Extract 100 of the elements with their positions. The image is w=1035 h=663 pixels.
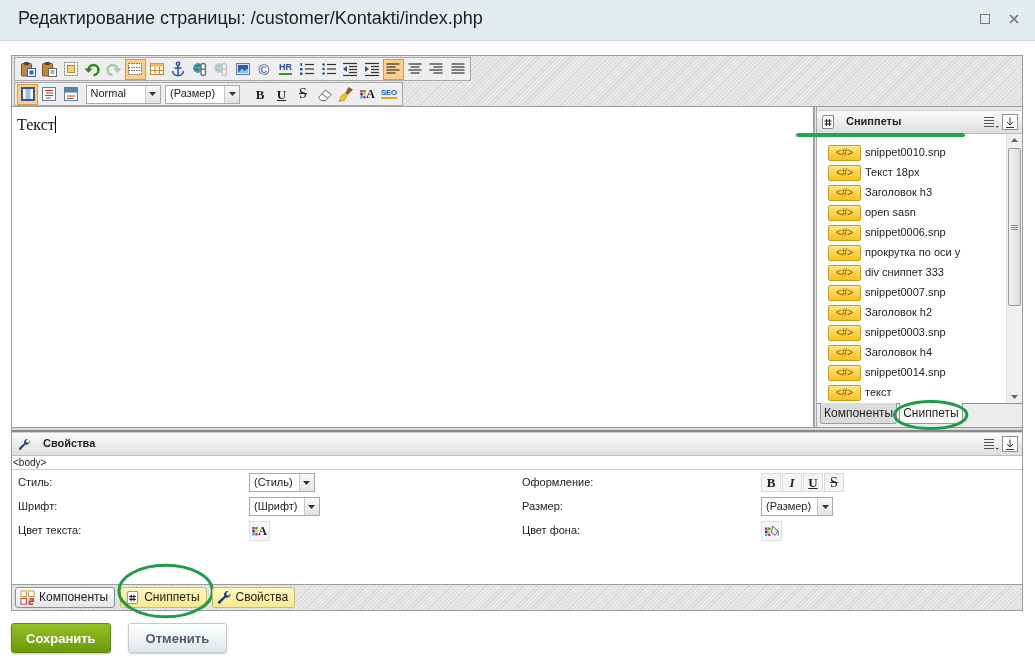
snippet-icon bbox=[125, 590, 141, 605]
field-label: Стиль: bbox=[18, 475, 54, 490]
image-icon bbox=[234, 61, 251, 77]
snippet-name[interactable]: snippet0007.snp bbox=[865, 286, 946, 300]
panel-title: Сниппеты bbox=[846, 115, 903, 129]
field-label: Размер: bbox=[522, 499, 564, 514]
wrench-icon bbox=[216, 590, 232, 605]
snippet-tag[interactable]: <#> bbox=[828, 265, 861, 281]
horizontal-rule-button[interactable]: HR bbox=[275, 58, 296, 80]
italic-button[interactable]: I bbox=[782, 473, 802, 492]
panel-title: Свойства bbox=[43, 437, 97, 451]
special-character-button[interactable]: © bbox=[253, 58, 275, 80]
dropdown[interactable]: (Шрифт) bbox=[249, 497, 320, 516]
bold-button[interactable]: B bbox=[761, 473, 781, 492]
snippet-name[interactable]: Заголовок h2 bbox=[865, 306, 932, 320]
menu-icon[interactable] bbox=[984, 116, 999, 128]
snippet-tag[interactable]: <#> bbox=[828, 205, 861, 221]
justify-icon bbox=[449, 61, 466, 77]
scrollbar-thumb[interactable] bbox=[1008, 148, 1021, 306]
align-center-icon bbox=[406, 61, 423, 77]
snippet-tag[interactable]: <#> bbox=[828, 325, 861, 341]
dock-button[interactable] bbox=[1002, 114, 1018, 130]
scroll-up-icon[interactable] bbox=[1011, 138, 1018, 142]
background-color-button[interactable] bbox=[761, 521, 782, 541]
snippet-name[interactable]: текст bbox=[865, 386, 892, 400]
text-lines-icon bbox=[41, 86, 57, 102]
panel-tab[interactable]: Компоненты bbox=[820, 403, 898, 424]
field-label: Цвет текста: bbox=[18, 523, 83, 538]
snippet-tag[interactable]: <#> bbox=[828, 305, 861, 321]
visual-mode-button[interactable] bbox=[17, 83, 38, 105]
palette-icon bbox=[360, 89, 367, 99]
scrollbar[interactable] bbox=[1006, 134, 1022, 403]
snippet-name[interactable]: snippet0010.snp bbox=[865, 146, 946, 160]
panel-toggle-tab[interactable]: Компоненты bbox=[15, 587, 116, 608]
arrow-down-icon bbox=[1005, 116, 1015, 128]
indent-icon bbox=[363, 61, 380, 77]
redo-icon bbox=[105, 61, 122, 77]
field-label: Оформление: bbox=[522, 475, 595, 490]
snippet-name[interactable]: open sasn bbox=[865, 206, 916, 220]
dropdown[interactable]: (Размер) bbox=[165, 84, 240, 104]
editor-text: Текст bbox=[17, 116, 55, 133]
snippet-icon bbox=[820, 114, 836, 130]
scroll-down-icon[interactable] bbox=[1011, 395, 1018, 399]
align-left-button[interactable] bbox=[382, 58, 404, 80]
palette-icon bbox=[252, 526, 259, 536]
maximize-icon[interactable] bbox=[980, 14, 990, 24]
snippet-name[interactable]: Текст 18px bbox=[865, 166, 920, 180]
snippet-name[interactable]: snippet0006.snp bbox=[865, 226, 946, 240]
dashed-square-icon bbox=[62, 61, 79, 77]
snippet-name[interactable]: snippet0014.snp bbox=[865, 366, 946, 380]
text-color-button[interactable]: A bbox=[357, 83, 378, 105]
panel-toggle-tab[interactable]: Сниппеты bbox=[120, 587, 207, 608]
menu-icon[interactable] bbox=[984, 438, 999, 450]
snippet-name[interactable]: Заголовок h4 bbox=[865, 346, 932, 360]
window-title: Редактирование страницы: /customer/Kontakti/index.php bbox=[18, 8, 484, 30]
breadcrumb[interactable]: <body> bbox=[12, 456, 1022, 470]
caret-icon bbox=[228, 92, 236, 96]
dropdown[interactable]: (Стиль) bbox=[249, 473, 315, 492]
strikethrough-button[interactable]: S bbox=[292, 83, 314, 105]
table-icon bbox=[148, 61, 165, 77]
paint-bucket-icon bbox=[764, 524, 779, 538]
grip-icon bbox=[1011, 224, 1018, 230]
snippet-tag[interactable]: <#> bbox=[828, 385, 861, 401]
snippet-tag[interactable]: <#> bbox=[828, 365, 861, 381]
cancel-button[interactable]: Отменить bbox=[127, 623, 228, 653]
dashed-grid-icon bbox=[127, 61, 143, 77]
components-icon bbox=[20, 590, 35, 605]
numbered-list-icon bbox=[299, 61, 315, 77]
caret-icon bbox=[303, 480, 311, 485]
bold-button[interactable]: B bbox=[249, 83, 271, 105]
seo-button[interactable]: SEO bbox=[378, 83, 400, 105]
snippet-name[interactable]: snippet0003.snp bbox=[865, 326, 946, 340]
snippet-name[interactable]: div сниппет 333 bbox=[865, 266, 944, 280]
arrow-down-icon bbox=[1005, 438, 1015, 450]
text-color-button[interactable]: A bbox=[249, 521, 270, 541]
panel-toggle-tab[interactable]: Свойства bbox=[211, 587, 296, 608]
snippet-tag[interactable]: <#> bbox=[828, 145, 861, 161]
snippet-tag[interactable]: <#> bbox=[828, 165, 861, 181]
underline-button[interactable]: U bbox=[271, 83, 292, 105]
snippet-tag[interactable]: <#> bbox=[828, 245, 861, 261]
strikethrough-button[interactable]: S bbox=[824, 473, 844, 492]
clipboard-icon bbox=[41, 61, 57, 77]
snippet-tag[interactable]: <#> bbox=[828, 225, 861, 241]
page-layout-icon bbox=[19, 86, 36, 102]
field-label: Шрифт: bbox=[18, 499, 59, 514]
show-borders-button[interactable] bbox=[124, 58, 146, 80]
snippet-tag[interactable]: <#> bbox=[828, 185, 861, 201]
snippet-tag[interactable]: <#> bbox=[828, 345, 861, 361]
snippet-name[interactable]: прокрутка по оси у bbox=[865, 246, 961, 260]
dropdown[interactable]: (Размер) bbox=[761, 497, 834, 516]
outdent-icon bbox=[342, 61, 358, 77]
underline-button[interactable]: U bbox=[803, 473, 823, 492]
globe-chain-icon bbox=[213, 61, 229, 77]
dropdown[interactable]: Normal bbox=[85, 84, 161, 104]
wrench-icon bbox=[18, 437, 31, 451]
snippet-tag[interactable]: <#> bbox=[828, 285, 861, 301]
bulleted-list-icon bbox=[320, 61, 337, 77]
snippet-name[interactable]: Заголовок h3 bbox=[865, 186, 932, 200]
close-icon[interactable] bbox=[1009, 14, 1019, 24]
dock-button[interactable] bbox=[1002, 436, 1018, 452]
